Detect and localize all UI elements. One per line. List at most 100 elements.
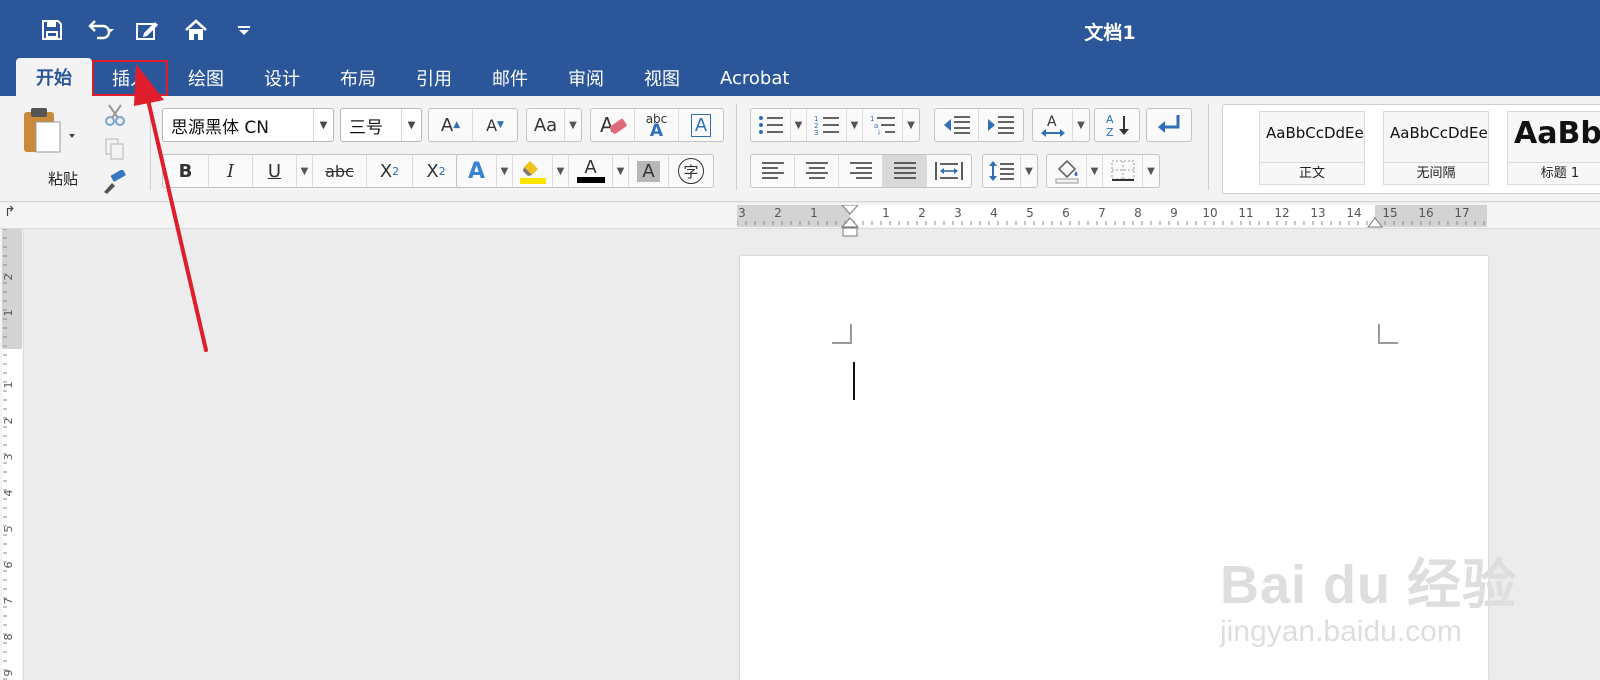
font-color-button[interactable]: A <box>569 155 613 187</box>
text-direction-button[interactable]: A <box>1033 109 1073 141</box>
style-sample: AaBbC <box>1514 116 1600 151</box>
customize-icon[interactable] <box>230 16 258 44</box>
highlight-button[interactable] <box>513 155 553 187</box>
tab-acrobat[interactable]: Acrobat <box>700 60 809 96</box>
text-effect-button[interactable]: A <box>457 155 497 187</box>
increase-indent-icon <box>988 116 1014 134</box>
tab-references[interactable]: 引用 <box>396 60 472 96</box>
save-icon[interactable] <box>38 16 66 44</box>
ruler-number: 6 <box>1062 206 1070 220</box>
indent-marker[interactable] <box>840 205 860 228</box>
chevron-down-icon[interactable]: ▼ <box>553 155 569 187</box>
quick-access-toolbar <box>38 14 258 46</box>
tab-home[interactable]: 开始 <box>16 58 92 96</box>
clear-formatting-button[interactable]: A <box>591 109 635 141</box>
numbering-button[interactable]: 123 <box>807 109 847 141</box>
line-spacing-button[interactable] <box>983 155 1021 187</box>
justify-button[interactable] <box>883 155 927 187</box>
align-right-button[interactable] <box>839 155 883 187</box>
style-name: 标题 1 <box>1508 162 1600 184</box>
ruler-number: 3 <box>2 454 15 461</box>
chevron-down-icon[interactable]: ▼ <box>565 109 581 141</box>
subscript-button[interactable]: X2 <box>367 155 413 187</box>
character-shading-button[interactable]: A <box>629 155 669 187</box>
left-indent-marker[interactable] <box>842 227 858 237</box>
increase-indent-button[interactable] <box>979 109 1023 141</box>
decrease-indent-icon <box>943 116 970 134</box>
shrink-font-button[interactable]: A ▼ <box>473 109 517 141</box>
format-painter-icon[interactable] <box>101 170 129 194</box>
enclose-characters-button[interactable]: 字 <box>669 155 713 187</box>
chevron-down-icon[interactable]: ▼ <box>613 155 629 187</box>
style-no-spacing[interactable]: AaBbCcDdEe 无间隔 <box>1383 111 1489 185</box>
ruler-number: 1 <box>2 382 15 389</box>
chevron-down-icon[interactable]: ▼ <box>297 155 313 187</box>
distributed-button[interactable] <box>927 155 971 187</box>
style-normal[interactable]: AaBbCcDdEe 正文 <box>1259 111 1365 185</box>
sort-group: AZ <box>1094 108 1140 142</box>
shading-border-group: ▼ ▼ <box>1046 154 1160 188</box>
chevron-down-icon[interactable]: ▼ <box>791 109 807 141</box>
grow-font-button[interactable]: A ▲ <box>429 109 473 141</box>
align-center-button[interactable] <box>795 155 839 187</box>
chevron-down-icon[interactable]: ▼ <box>1143 155 1159 187</box>
align-left-button[interactable] <box>751 155 795 187</box>
undo-icon[interactable] <box>86 16 114 44</box>
decrease-indent-button[interactable] <box>935 109 979 141</box>
justify-icon <box>893 162 916 179</box>
tab-view[interactable]: 视图 <box>624 60 700 96</box>
cut-icon[interactable] <box>102 102 128 128</box>
multilevel-list-button[interactable]: 1ai <box>863 109 903 141</box>
chevron-down-icon[interactable]: ▼ <box>1087 155 1103 187</box>
tab-design[interactable]: 设计 <box>244 60 320 96</box>
align-right-icon <box>849 162 872 179</box>
change-case-button[interactable]: Aa <box>527 109 565 141</box>
tab-insert[interactable]: 插入 <box>92 60 168 96</box>
bullets-button[interactable] <box>751 109 791 141</box>
chevron-down-icon[interactable]: ▼ <box>1073 109 1089 141</box>
paste-button[interactable]: 粘贴 <box>18 104 88 194</box>
chevron-down-icon[interactable]: ▼ <box>1021 155 1037 187</box>
edit-icon[interactable] <box>134 16 162 44</box>
chevron-down-icon[interactable]: ▼ <box>903 109 919 141</box>
italic-button[interactable]: I <box>209 155 253 187</box>
ruler-number: 3 <box>738 206 746 220</box>
chevron-down-icon[interactable]: ▼ <box>847 109 863 141</box>
style-sample: AaBbCcDdEe <box>1266 124 1364 142</box>
svg-text:i: i <box>878 129 880 137</box>
tab-selector-icon[interactable]: ↱ <box>4 204 16 220</box>
chevron-down-icon[interactable]: ▼ <box>497 155 513 187</box>
ruler-number: 13 <box>1310 206 1325 220</box>
superscript-button[interactable]: X2 <box>413 155 459 187</box>
ruler-number: 4 <box>2 490 15 497</box>
sort-button[interactable]: AZ <box>1095 109 1139 141</box>
tab-review[interactable]: 审阅 <box>548 60 624 96</box>
show-formatting-marks-button[interactable] <box>1147 109 1191 141</box>
text-effects-abc-button[interactable]: abc A <box>635 109 679 141</box>
character-border-button[interactable]: A <box>679 109 723 141</box>
strikethrough-button[interactable]: abc <box>313 155 367 187</box>
chevron-down-icon[interactable]: ▼ <box>313 109 333 141</box>
tab-layout[interactable]: 布局 <box>320 60 396 96</box>
right-indent-marker[interactable] <box>1366 217 1384 228</box>
divider <box>1208 104 1209 190</box>
shading-button[interactable] <box>1047 155 1087 187</box>
font-size-combo[interactable]: 三号 ▼ <box>340 108 422 142</box>
indent-group <box>934 108 1024 142</box>
chevron-down-icon[interactable]: ▼ <box>401 109 421 141</box>
ribbon-home: 粘贴 思源黑体 CN ▼ 三号 ▼ A ▲ A ▼ Aa ▼ A abc A A B … <box>0 96 1600 202</box>
title-bar: 文档1 开始 插入 绘图 设计 布局 引用 邮件 审阅 视图 Acrobat <box>0 0 1600 96</box>
tab-mailings[interactable]: 邮件 <box>472 60 548 96</box>
horizontal-ruler-marks: 3 2 1 1 2 3 4 5 6 7 8 9 10 11 12 13 14 15 16 17 <box>737 205 1485 237</box>
tab-draw[interactable]: 绘图 <box>168 60 244 96</box>
font-name-combo[interactable]: 思源黑体 CN ▼ <box>162 108 334 142</box>
home-icon[interactable] <box>182 16 210 44</box>
style-heading-1[interactable]: AaBbC 标题 1 <box>1507 111 1600 185</box>
borders-button[interactable] <box>1103 155 1143 187</box>
ruler-number: 6 <box>2 562 15 569</box>
bold-button[interactable]: B <box>163 155 209 187</box>
bullets-icon <box>758 116 783 134</box>
underline-button[interactable]: U <box>253 155 297 187</box>
shrink-font-icon: A <box>486 115 498 135</box>
copy-icon[interactable] <box>103 136 127 162</box>
